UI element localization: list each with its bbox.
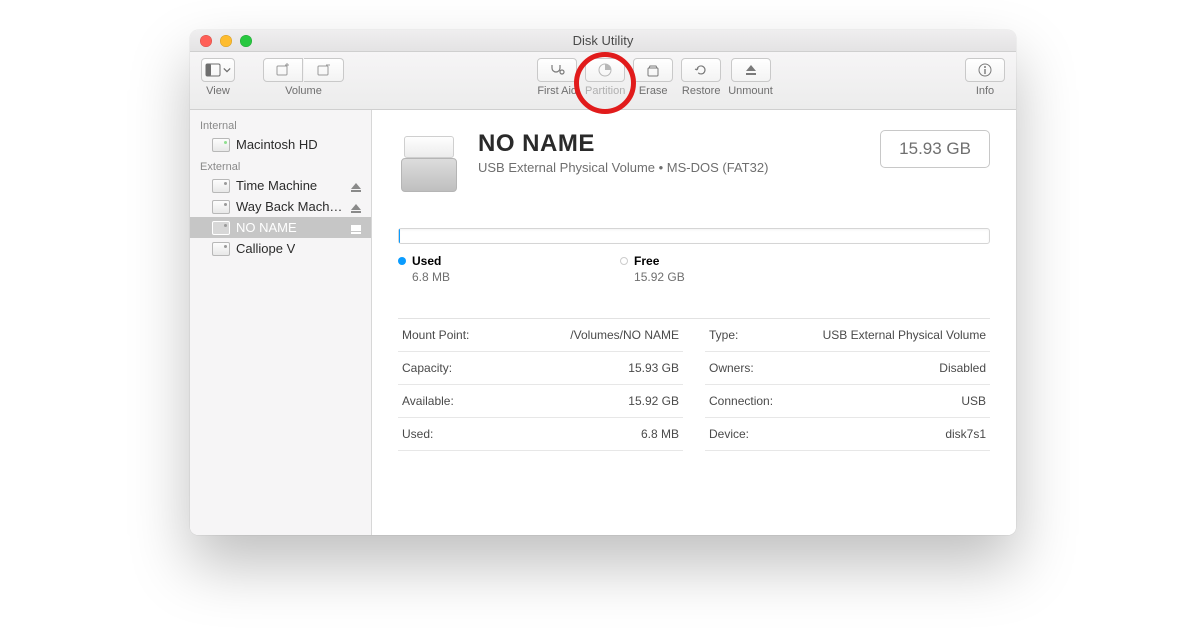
external-drive-icon — [212, 242, 230, 256]
view-label: View — [206, 85, 230, 97]
usage-bar — [398, 228, 990, 244]
restore-button[interactable] — [681, 58, 721, 82]
external-volume-icon — [398, 130, 460, 192]
legend-free-value: 15.92 GB — [620, 270, 685, 284]
info-key: Available: — [402, 394, 454, 408]
eject-icon — [743, 62, 759, 78]
info-button[interactable] — [965, 58, 1005, 82]
external-drive-icon — [212, 179, 230, 193]
eject-icon[interactable] — [351, 225, 361, 231]
eject-icon[interactable] — [351, 204, 361, 210]
info-key: Mount Point: — [402, 328, 469, 342]
capacity-badge: 15.93 GB — [880, 130, 990, 168]
info-key: Connection: — [709, 394, 773, 408]
window-body: Internal Macintosh HD External Time Mach… — [190, 110, 1016, 535]
legend-used-value: 6.8 MB — [398, 270, 450, 284]
window-title: Disk Utility — [190, 33, 1016, 48]
info-row-owners: Owners: Disabled — [705, 352, 990, 385]
usage-bar-used — [399, 229, 400, 243]
volume-header: NO NAME USB External Physical Volume • M… — [398, 130, 990, 192]
erase-button[interactable] — [633, 58, 673, 82]
sidebar-item-label: NO NAME — [236, 220, 297, 235]
info-value: 6.8 MB — [641, 427, 679, 441]
info-key: Used: — [402, 427, 433, 441]
restore-icon — [693, 62, 709, 78]
external-drive-icon — [212, 221, 230, 235]
volume-add-icon — [275, 62, 291, 78]
volume-title: NO NAME — [478, 130, 768, 158]
sidebar-item-macintosh-hd[interactable]: Macintosh HD — [190, 134, 371, 155]
info-value: USB External Physical Volume — [823, 328, 986, 342]
sidebar-internal-header: Internal — [190, 114, 371, 134]
sidebar-item-no-name[interactable]: NO NAME — [190, 217, 371, 238]
chevron-down-icon — [223, 66, 231, 74]
toolbar: View Volume First Aid — [190, 52, 1016, 110]
sidebar-item-label: Calliope V — [236, 241, 295, 256]
titlebar: Disk Utility — [190, 30, 1016, 52]
legend-dot-used — [398, 257, 406, 265]
main-pane: NO NAME USB External Physical Volume • M… — [372, 110, 1016, 535]
legend-dot-free — [620, 257, 628, 265]
info-col-left: Mount Point: /Volumes/NO NAME Capacity: … — [398, 319, 683, 451]
volume-subtitle: USB External Physical Volume • MS-DOS (F… — [478, 160, 768, 175]
legend-used-label: Used — [412, 254, 441, 268]
unmount-button[interactable] — [731, 58, 771, 82]
sidebar-item-time-machine[interactable]: Time Machine — [190, 175, 371, 196]
info-row-available: Available: 15.92 GB — [398, 385, 683, 418]
remove-volume-button[interactable] — [304, 58, 344, 82]
sidebar-item-way-back[interactable]: Way Back Mach… — [190, 196, 371, 217]
restore-label: Restore — [682, 85, 721, 97]
sidebar-item-calliope[interactable]: Calliope V — [190, 238, 371, 259]
sidebar: Internal Macintosh HD External Time Mach… — [190, 110, 372, 535]
legend-free-label: Free — [634, 254, 659, 268]
sidebar-item-label: Macintosh HD — [236, 137, 318, 152]
info-row-mount-point: Mount Point: /Volumes/NO NAME — [398, 319, 683, 352]
volume-label: Volume — [285, 85, 322, 97]
info-value: 15.92 GB — [628, 394, 679, 408]
internal-drive-icon — [212, 138, 230, 152]
unmount-label: Unmount — [728, 85, 773, 97]
info-label: Info — [976, 85, 994, 97]
external-drive-icon — [212, 200, 230, 214]
erase-icon — [645, 62, 661, 78]
eject-icon[interactable] — [351, 183, 361, 189]
sidebar-external-header: External — [190, 155, 371, 175]
info-grid: Mount Point: /Volumes/NO NAME Capacity: … — [398, 318, 990, 451]
info-row-device: Device: disk7s1 — [705, 418, 990, 451]
info-row-used: Used: 6.8 MB — [398, 418, 683, 451]
view-group: View — [200, 58, 236, 97]
info-row-capacity: Capacity: 15.93 GB — [398, 352, 683, 385]
info-key: Type: — [709, 328, 738, 342]
first-aid-button[interactable] — [537, 58, 577, 82]
volume-group: Volume — [262, 58, 345, 97]
view-button[interactable] — [201, 58, 235, 82]
disk-utility-window: Disk Utility View Volume — [190, 30, 1016, 535]
partition-label: Partition — [585, 85, 625, 97]
info-key: Capacity: — [402, 361, 452, 375]
sidebar-item-label: Time Machine — [236, 178, 317, 193]
partition-button[interactable] — [585, 58, 625, 82]
info-value: 15.93 GB — [628, 361, 679, 375]
first-aid-label: First Aid — [537, 85, 577, 97]
erase-label: Erase — [639, 85, 668, 97]
volume-remove-icon — [316, 62, 332, 78]
info-icon — [977, 62, 993, 78]
info-col-right: Type: USB External Physical Volume Owner… — [705, 319, 990, 451]
info-value: Disabled — [939, 361, 986, 375]
usage-legend: Used 6.8 MB Free 15.92 GB — [398, 254, 990, 284]
info-row-type: Type: USB External Physical Volume — [705, 319, 990, 352]
add-volume-button[interactable] — [263, 58, 303, 82]
info-row-connection: Connection: USB — [705, 385, 990, 418]
sidebar-icon — [205, 62, 221, 78]
info-value: disk7s1 — [945, 427, 986, 441]
info-key: Device: — [709, 427, 749, 441]
sidebar-item-label: Way Back Mach… — [236, 199, 342, 214]
info-value: /Volumes/NO NAME — [570, 328, 679, 342]
info-value: USB — [961, 394, 986, 408]
stethoscope-icon — [549, 62, 565, 78]
info-key: Owners: — [709, 361, 754, 375]
piechart-icon — [597, 62, 613, 78]
